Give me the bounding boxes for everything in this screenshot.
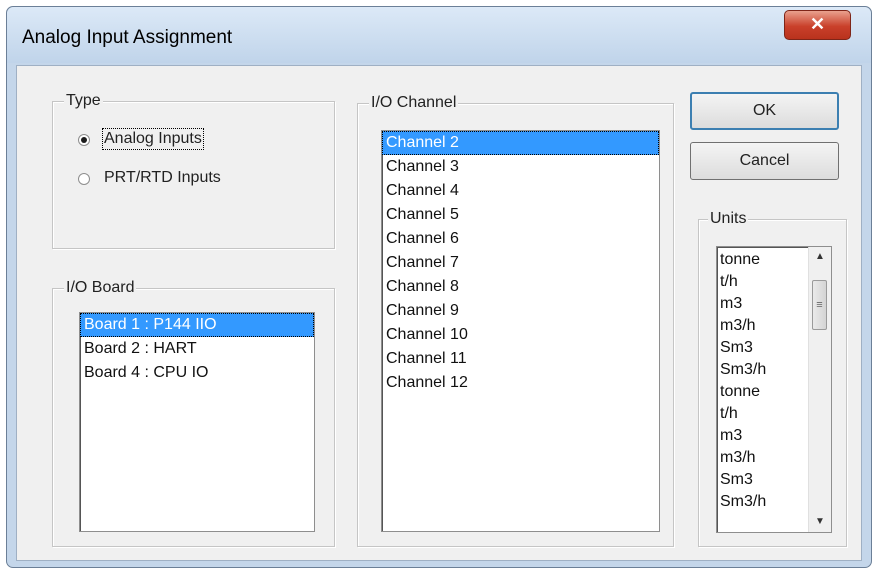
units-list-item[interactable]: m3/h	[717, 315, 809, 337]
io-channel-group: I/O Channel Channel 2 Channel 3 Channel 4C…	[357, 93, 674, 547]
io-board-group: I/O Board Board 1 : P144 IIO Board 2 : HA…	[52, 278, 335, 547]
type-group: Type Analog Inputs PRT/RTD Inputs	[52, 91, 335, 249]
io-board-list-item[interactable]: Board 1 : P144 IIO	[80, 313, 314, 337]
io-channel-list-item[interactable]: Channel 7	[382, 251, 659, 275]
units-list-item[interactable]: tonne	[717, 249, 809, 271]
units-list-item[interactable]: t/h	[717, 403, 809, 425]
units-list[interactable]: tonne t/h m3 m3/h Sm3 Sm3/h tonne t/h m3 m3/h Sm3 S…	[716, 246, 832, 533]
radio-prt-rtd-inputs-label[interactable]: PRT/RTD Inputs	[104, 169, 221, 187]
ok-button[interactable]: OK	[690, 92, 839, 130]
scroll-thumb[interactable]: ≡	[812, 280, 827, 330]
io-channel-list-item[interactable]: Channel 12	[382, 371, 659, 395]
io-channel-list-item[interactable]: Channel 10	[382, 323, 659, 347]
io-channel-list-item[interactable]: Channel 9	[382, 299, 659, 323]
units-group-label: Units	[708, 209, 749, 229]
scroll-up-arrow-icon[interactable]: ▲	[809, 247, 831, 267]
units-list-item[interactable]: Sm3/h	[717, 491, 809, 513]
io-channel-list-item[interactable]: Channel 11	[382, 347, 659, 371]
cancel-button[interactable]: Cancel	[690, 142, 839, 180]
io-board-list[interactable]: Board 1 : P144 IIO Board 2 : HART Board 4 …	[79, 312, 315, 532]
scroll-down-arrow-icon[interactable]: ▼	[809, 512, 831, 532]
units-items: tonne t/h m3 m3/h Sm3 Sm3/h tonne t/h m3 m3/h Sm3 S…	[717, 249, 809, 513]
io-channel-list-item[interactable]: Channel 5	[382, 203, 659, 227]
units-scrollbar[interactable]: ▲ ≡ ▼	[808, 247, 831, 532]
io-channel-group-label: I/O Channel	[369, 93, 459, 113]
io-channel-list[interactable]: Channel 2 Channel 3 Channel 4 Channel 5 Chan…	[381, 130, 660, 532]
units-list-item[interactable]: Sm3/h	[717, 359, 809, 381]
io-channel-list-item[interactable]: Channel 8	[382, 275, 659, 299]
io-board-list-item[interactable]: Board 4 : CPU IO	[80, 361, 314, 385]
dialog-body: Type Analog Inputs PRT/RTD Inputs I/O Bo…	[16, 65, 862, 561]
io-channel-list-item[interactable]: Channel 3	[382, 155, 659, 179]
io-channel-list-item[interactable]: Channel 4	[382, 179, 659, 203]
close-icon: ✕	[809, 14, 826, 34]
radio-analog-inputs-label[interactable]: Analog Inputs	[102, 128, 204, 150]
type-group-label: Type	[64, 91, 103, 111]
radio-analog-inputs-indicator[interactable]	[78, 134, 90, 146]
units-list-item[interactable]: tonne	[717, 381, 809, 403]
units-list-item[interactable]: m3	[717, 425, 809, 447]
dialog-window: Analog Input Assignment ✕ Type Analog In…	[6, 6, 872, 568]
io-board-list-item[interactable]: Board 2 : HART	[80, 337, 314, 361]
io-channel-list-item[interactable]: Channel 6	[382, 227, 659, 251]
io-board-group-label: I/O Board	[64, 278, 137, 298]
units-list-item[interactable]: m3/h	[717, 447, 809, 469]
units-list-item[interactable]: Sm3	[717, 337, 809, 359]
units-list-item[interactable]: t/h	[717, 271, 809, 293]
radio-prt-rtd-inputs-indicator[interactable]	[78, 173, 90, 185]
units-group: Units tonne t/h m3 m3/h Sm3 Sm3/h tonne t/h m3 m3…	[698, 209, 847, 547]
io-channel-list-item[interactable]: Channel 2	[382, 131, 659, 155]
units-list-item[interactable]: Sm3	[717, 469, 809, 491]
title-bar: Analog Input Assignment ✕	[7, 7, 871, 63]
units-list-item[interactable]: m3	[717, 293, 809, 315]
dialog-title: Analog Input Assignment	[22, 27, 233, 48]
close-button[interactable]: ✕	[784, 10, 851, 40]
